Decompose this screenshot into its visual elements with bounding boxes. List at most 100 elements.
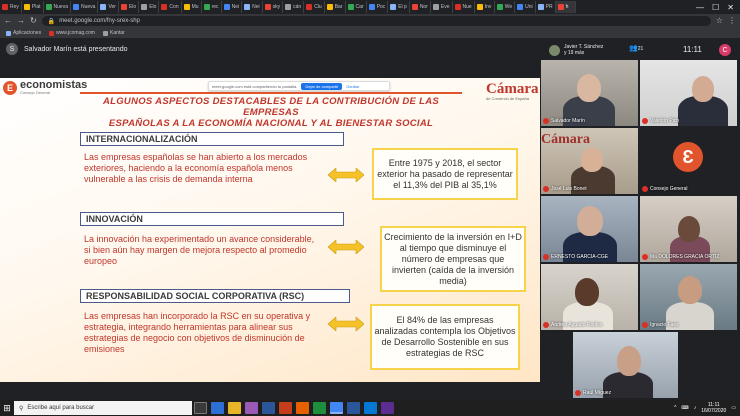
browser-tab[interactable]: Clu (304, 1, 325, 13)
participant-tile[interactable]: ERNESTO GARCIA-CGE (541, 196, 638, 262)
tab-favicon-icon (326, 4, 333, 10)
tab-label: rec (211, 4, 219, 10)
browser-tab[interactable]: Nei (242, 1, 263, 13)
window-controls: — ☐ ✕ (690, 0, 740, 14)
stat-box-internacionalizacion: Entre 1975 y 2018, el sector exterior ha… (372, 148, 518, 200)
browser-tab[interactable]: Eve (431, 1, 453, 13)
browser-tab[interactable]: El p (388, 1, 410, 13)
bookmark-jcomag[interactable]: www.jcomag.com (49, 30, 95, 36)
notifications-icon[interactable]: ▭ (731, 405, 736, 411)
avatar (549, 44, 560, 56)
system-tray: ^ ⌨ ♪ 11:11 16/07/2020 ▭ (674, 402, 740, 414)
participant-name: Raúl Míguez (583, 390, 612, 396)
tab-favicon-icon (100, 4, 107, 10)
participant-name: Valentín Pich (650, 118, 680, 124)
participant-tile[interactable]: Raúl Míguez (573, 332, 678, 398)
browser-tab[interactable]: Rey (0, 1, 22, 13)
participant-name: Ma DOLORES GRACIA ORTIZ (650, 254, 720, 260)
close-icon[interactable]: ✕ (727, 3, 734, 12)
word-icon[interactable] (347, 402, 360, 414)
participant-tile[interactable]: Valentín Pich (640, 60, 737, 126)
tab-favicon-icon (368, 4, 375, 10)
app-icon[interactable] (279, 402, 292, 414)
browser-tab[interactable]: Nei (222, 1, 243, 13)
participant-tile[interactable]: Andrea Aguado Robles (541, 264, 638, 330)
browser-tab[interactable]: Elo (119, 1, 140, 13)
star-icon[interactable]: ☆ (716, 17, 723, 25)
double-arrow-icon (328, 317, 364, 331)
browser-tab[interactable]: Plat (22, 1, 44, 13)
browser-tab[interactable]: We (495, 1, 516, 13)
tray-clock[interactable]: 11:11 16/07/2020 (701, 402, 726, 414)
browser-tab[interactable]: Ver (98, 1, 119, 13)
mail-icon[interactable] (364, 402, 377, 414)
browser-tab[interactable]: Con (159, 1, 182, 13)
browser-tab[interactable]: PR (536, 1, 556, 13)
browser-tab[interactable]: Inv (475, 1, 495, 13)
browser-tab[interactable]: cán (283, 1, 305, 13)
browser-tab[interactable]: Nor (410, 1, 431, 13)
firefox-icon[interactable] (296, 402, 309, 414)
participant-grid: Salvador Marín Valentín Pich Cámara José… (541, 60, 740, 400)
shared-slide: E economistas Consejo General Cámara de … (0, 78, 540, 382)
mic-off-icon (642, 186, 648, 192)
chevron-up-icon[interactable]: ^ (674, 405, 676, 411)
back-icon[interactable]: ← (4, 17, 12, 25)
user-avatar[interactable]: C (719, 44, 731, 56)
app-icon[interactable] (381, 402, 394, 414)
bookmark-apps[interactable]: Aplicaciones (6, 30, 41, 36)
participant-tile[interactable]: Ignacio Faes (640, 264, 737, 330)
bookmark-icon (49, 30, 55, 36)
minimize-icon[interactable]: — (696, 3, 704, 12)
forward-icon[interactable]: → (17, 17, 25, 25)
browser-tab[interactable]: sky (263, 1, 284, 13)
browser-tab[interactable]: Elo (139, 1, 160, 13)
people-icon[interactable]: 👥21 (629, 44, 643, 52)
url-bar[interactable]: 🔒 meet.google.com/fny-srex-shp (41, 16, 711, 26)
tab-favicon-icon (203, 4, 210, 10)
browser-tab[interactable]: rec (202, 1, 222, 13)
participant-tile[interactable]: Ɛ Consejo General (640, 128, 737, 194)
windows-start-icon[interactable]: ⊞ (0, 400, 14, 416)
bookmark-kantar[interactable]: Kantar (102, 30, 125, 36)
browser-tab[interactable]: Nueva (71, 1, 99, 13)
tab-label: Elo (149, 4, 157, 10)
file-explorer-icon[interactable] (228, 402, 241, 414)
browser-tab[interactable]: Poc (367, 1, 389, 13)
taskbar-search-input[interactable]: ⚲ Escribe aquí para buscar (14, 401, 192, 415)
tab-label: Con (169, 4, 179, 10)
browser-tab[interactable]: Uni (515, 1, 536, 13)
task-view-icon[interactable] (194, 402, 207, 414)
tab-favicon-icon (285, 4, 292, 10)
tab-favicon-icon (264, 4, 271, 10)
browser-tab[interactable]: Car (346, 1, 367, 13)
app-icon[interactable] (245, 402, 258, 414)
browser-tab[interactable]: Nueva (44, 1, 71, 13)
reload-icon[interactable]: ↻ (30, 17, 37, 25)
app-icon[interactable] (211, 402, 224, 414)
meet-top-bar: Javier T. Sánchez y 19 más 👥21 11:11 C (549, 40, 740, 60)
section-text-rsc: Las empresas han incorporado la RSC en s… (84, 311, 311, 354)
stat-box-rsc: El 84% de las empresas analizadas contem… (370, 304, 520, 370)
menu-icon[interactable]: ⋮ (728, 17, 736, 25)
browser-tab[interactable]: Bar (325, 1, 346, 13)
participant-tile[interactable]: Cámara José Luis Bonet (541, 128, 638, 194)
browser-tab[interactable]: Mu (182, 1, 202, 13)
app-icon[interactable] (262, 402, 275, 414)
search-icon: ⚲ (19, 405, 24, 412)
volume-icon[interactable]: ♪ (694, 405, 697, 411)
participant-tile[interactable]: Ma DOLORES GRACIA ORTIZ (640, 196, 737, 262)
browser-tab[interactable]: h (555, 1, 576, 13)
presenter-bar: S Salvador Marín está presentando (6, 43, 128, 55)
maximize-icon[interactable]: ☐ (712, 3, 719, 12)
stop-sharing-button[interactable]: Dejar de compartir (301, 82, 343, 90)
hide-banner-button[interactable]: Ocultar (346, 84, 359, 89)
tab-favicon-icon (537, 4, 544, 10)
network-icon[interactable]: ⌨ (682, 405, 689, 411)
app-icon[interactable] (313, 402, 326, 414)
tab-favicon-icon (223, 4, 230, 10)
chrome-icon[interactable] (330, 402, 343, 414)
economistas-logo: E economistas Consejo General (3, 80, 87, 95)
participant-tile[interactable]: Salvador Marín (541, 60, 638, 126)
browser-tab[interactable]: Nue (453, 1, 475, 13)
